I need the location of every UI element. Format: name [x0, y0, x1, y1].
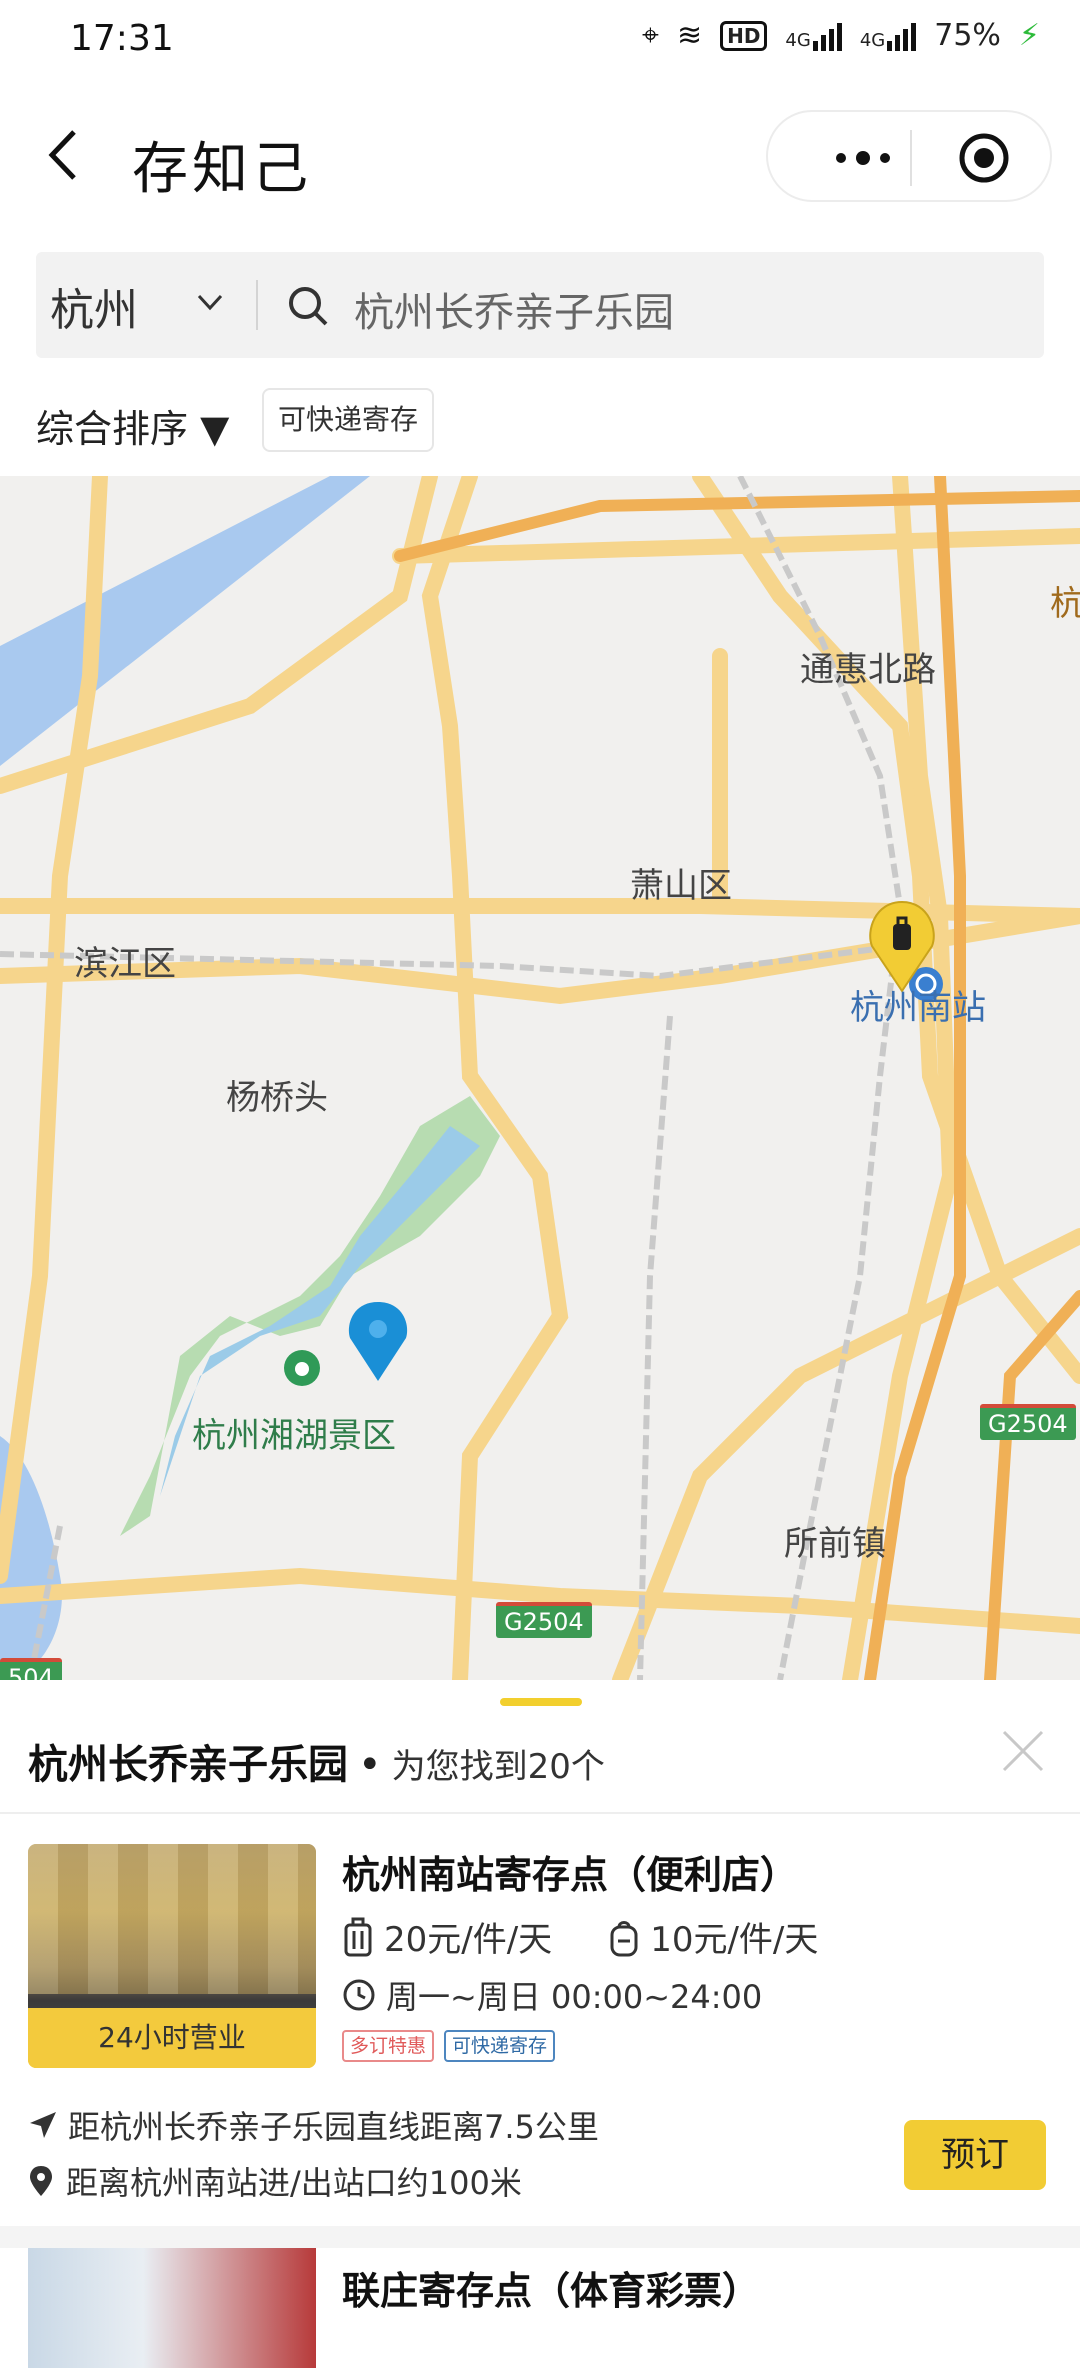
signal-label-1: 4G: [785, 29, 811, 51]
title-dot: •: [358, 1742, 382, 1788]
page-title: 存知己: [132, 137, 312, 202]
backpack-icon: [610, 1920, 638, 1956]
search-input[interactable]: 杭州长乔亲子乐园: [354, 280, 674, 338]
search-bar: 杭州 杭州长乔亲子乐园: [36, 252, 1044, 358]
city-selector[interactable]: 杭州: [50, 274, 138, 338]
discount-tag: 多订特惠: [342, 2030, 435, 2062]
store-name[interactable]: 杭州南站寄存点（便利店）: [342, 1844, 798, 1899]
location-pin-icon[interactable]: [348, 1302, 408, 1381]
search-divider: [256, 280, 258, 330]
store-photo[interactable]: [28, 2248, 316, 2368]
chevron-left-icon: [48, 130, 76, 180]
suitcase-icon: [344, 1917, 372, 1956]
more-dot-icon: [836, 153, 846, 163]
tag-list: 多订特惠 可快递寄存: [342, 2030, 556, 2062]
more-button[interactable]: [808, 130, 918, 186]
close-icon[interactable]: [998, 1726, 1048, 1776]
results-sheet: 杭州长乔亲子乐园 • 为您找到20个 24小时营业 杭州南站寄存点（便利店） 20元…: [0, 1680, 1080, 2368]
map-label-yangqiaotou: 杨桥头: [226, 1078, 328, 1118]
results-count: 为您找到20个: [391, 1747, 605, 1787]
map-label-suoqian: 所前镇: [784, 1524, 886, 1564]
battery-level: 75%: [934, 18, 1001, 53]
miniapp-capsule: [766, 110, 1052, 202]
navigation-arrow-icon: [30, 2112, 56, 2138]
clock-icon: [343, 1979, 375, 2011]
highway-shield: G2504: [496, 1602, 592, 1638]
wifi-icon: ≋: [676, 18, 703, 53]
map-label-tonghui: 通惠北路: [800, 650, 936, 690]
back-button[interactable]: [42, 120, 102, 190]
bag-price: 10元/件/天: [650, 1920, 819, 1960]
signal-label-2: 4G: [859, 29, 886, 51]
status-time: 17:31: [70, 18, 174, 59]
luggage-price: 20元/件/天: [384, 1920, 553, 1960]
close-miniapp-icon[interactable]: [956, 130, 1012, 186]
express-tag: 可快递寄存: [444, 2030, 556, 2062]
sort-dropdown[interactable]: 综合排序 ▼: [36, 398, 229, 453]
card-separator: [0, 2226, 1080, 2248]
signal-icon-1: 4G: [785, 21, 842, 51]
results-location: 杭州长乔亲子乐园: [28, 1742, 348, 1788]
map-pin-icon: [30, 2166, 52, 2196]
highway-shield: G2504: [980, 1404, 1076, 1440]
highway-shield: 504: [0, 1658, 62, 1680]
sheet-drag-handle[interactable]: [500, 1698, 582, 1706]
more-dot-icon: [880, 153, 890, 163]
store-photo[interactable]: 24小时营业: [28, 1844, 316, 2068]
title-bar: 存知己: [0, 100, 1080, 220]
sheet-divider: [0, 1812, 1080, 1814]
price-row: 20元/件/天 10元/件/天: [342, 1912, 818, 1961]
location-note: 距离杭州南站进/出站口约100米: [66, 2164, 522, 2202]
map-label-south-station: 杭州南站: [850, 988, 986, 1028]
hours-badge: 24小时营业: [28, 2008, 316, 2068]
status-icons: ⌖ ≋ HD 4G 4G 75% ⚡: [642, 18, 1040, 53]
distance-text: 距杭州长乔亲子乐园直线距离7.5公里: [68, 2108, 599, 2146]
book-button[interactable]: 预订: [904, 2120, 1046, 2190]
map-label-edge: 杭: [1050, 584, 1080, 624]
opening-hours: 周一~周日 00:00~24:00: [386, 1978, 763, 2016]
chevron-down-icon[interactable]: [196, 288, 224, 316]
hd-icon: HD: [720, 20, 768, 51]
capsule-divider: [910, 130, 912, 186]
map-view[interactable]: 通惠北路 萧山区 滨江区 杭州南站 杨桥头 杭州湘湖景区 所前镇 杭 G2504…: [0, 476, 1080, 1680]
store-name[interactable]: 联庄寄存点（体育彩票）: [342, 2260, 760, 2315]
charging-icon: ⚡: [1018, 18, 1040, 53]
distance-row: 距杭州长乔亲子乐园直线距离7.5公里: [28, 2102, 599, 2148]
results-heading: 杭州长乔亲子乐园 • 为您找到20个: [28, 1732, 605, 1790]
more-dot-icon: [856, 151, 870, 165]
search-icon: [289, 287, 328, 326]
express-storage-filter-chip[interactable]: 可快递寄存: [262, 388, 435, 452]
hours-row: 周一~周日 00:00~24:00: [342, 1972, 762, 2018]
map-label-xianghu: 杭州湘湖景区: [192, 1416, 396, 1456]
status-bar: 17:31 ⌖ ≋ HD 4G 4G 75% ⚡: [0, 0, 1080, 80]
store-photo-image: [28, 1844, 316, 1994]
location-icon: ⌖: [642, 18, 659, 53]
location-note-row: 距离杭州南站进/出站口约100米: [28, 2158, 522, 2204]
map-label-binjiang: 滨江区: [74, 944, 176, 984]
map-label-xiaoshan: 萧山区: [630, 866, 732, 906]
camera-icon: [284, 1350, 320, 1386]
signal-icon-2: 4G: [859, 21, 917, 51]
